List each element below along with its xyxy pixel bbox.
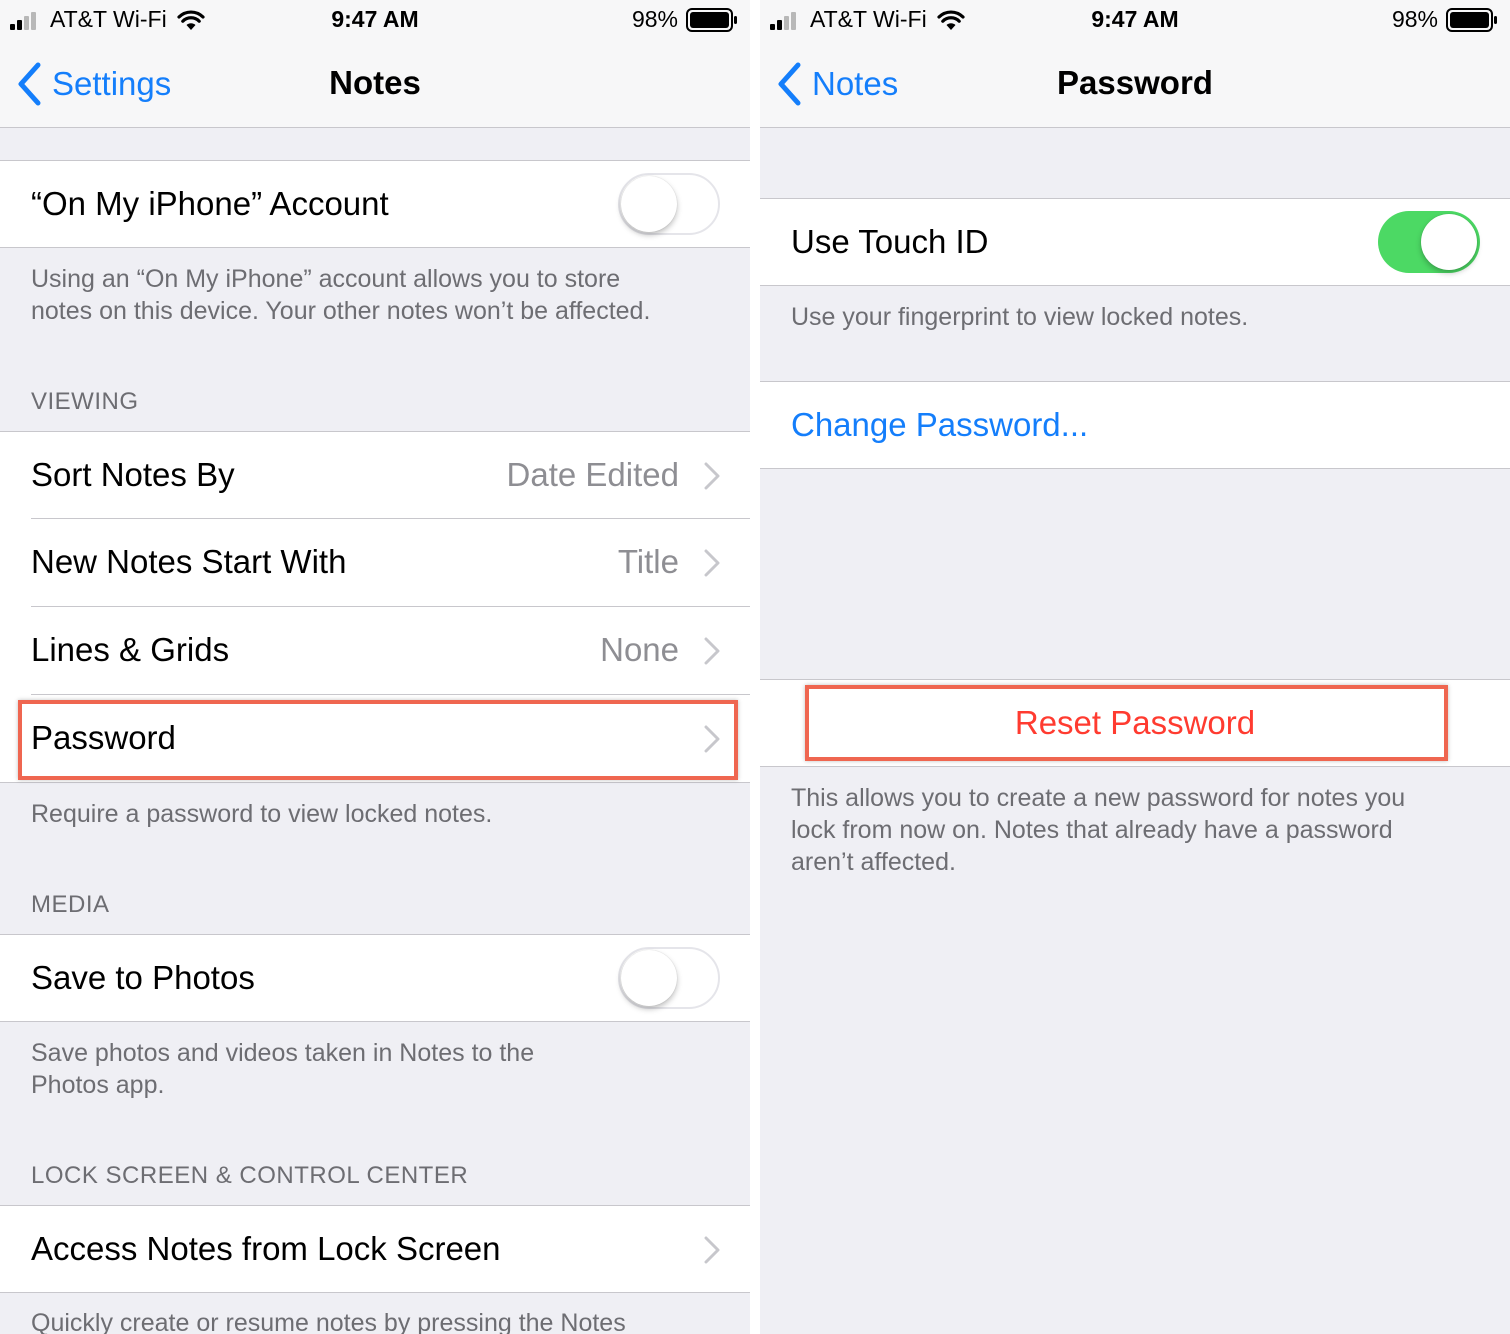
- lock-screen-section-header: LOCK SCREEN & CONTROL CENTER: [31, 1162, 469, 1189]
- page-title: Notes: [329, 64, 421, 101]
- switch-knob: [1421, 214, 1477, 270]
- battery-percent: 98%: [1391, 6, 1438, 32]
- on-my-iphone-account-label: “On My iPhone” Account: [31, 185, 389, 222]
- notes-settings-screen: AT&T Wi-Fi 9:47 AM 98% Settings Notes “O…: [0, 0, 750, 1334]
- chevron-right-icon: [704, 725, 720, 753]
- touch-id-footer: Use your fingerprint to view locked note…: [791, 303, 1249, 331]
- footer-line: aren’t affected.: [791, 848, 956, 876]
- change-password-label: Change Password...: [791, 406, 1089, 443]
- footer-line: Save photos and videos taken in Notes to…: [31, 1039, 535, 1067]
- reset-password-label: Reset Password: [1014, 704, 1256, 741]
- new-notes-start-with-row[interactable]: New Notes Start With Title: [0, 519, 750, 607]
- battery-icon: [1446, 7, 1497, 32]
- access-notes-lock-screen-label: Access Notes from Lock Screen: [31, 1230, 501, 1267]
- on-my-iphone-account-row: “On My iPhone” Account: [0, 160, 750, 248]
- lines-grids-row[interactable]: Lines & Grids None: [0, 607, 750, 695]
- footer-line: Photos app.: [31, 1071, 165, 1099]
- password-settings-screen: AT&T Wi-Fi 9:47 AM 98% Notes Password Us…: [760, 0, 1510, 1334]
- new-notes-start-with-label: New Notes Start With: [31, 543, 347, 580]
- lines-grids-label: Lines & Grids: [31, 631, 230, 668]
- chevron-right-icon: [704, 462, 720, 490]
- chevron-right-icon: [704, 637, 720, 665]
- save-to-photos-switch[interactable]: [618, 947, 720, 1009]
- viewing-section-header: VIEWING: [31, 388, 139, 415]
- lines-grids-value: None: [600, 631, 679, 668]
- password-label: Password: [31, 719, 176, 756]
- chevron-right-icon: [704, 549, 720, 577]
- reset-password-button[interactable]: Reset Password: [760, 679, 1510, 767]
- password-row[interactable]: Password: [0, 695, 750, 783]
- status-battery: 98%: [1392, 6, 1498, 33]
- save-to-photos-footer: Save photos and videos taken in Notes to…: [31, 1037, 731, 1101]
- switch-knob: [621, 950, 677, 1006]
- on-my-iphone-account-footer: Using an “On My iPhone” account allows y…: [31, 263, 731, 327]
- reset-password-footer: This allows you to create a new password…: [791, 782, 1491, 878]
- sort-notes-by-row[interactable]: Sort Notes By Date Edited: [0, 431, 750, 519]
- status-bar: AT&T Wi-Fi 9:47 AM 98%: [0, 0, 750, 40]
- new-notes-start-with-value: Title: [617, 543, 679, 580]
- footer-line: Using an “On My iPhone” account allows y…: [31, 265, 621, 293]
- media-section-header: MEDIA: [31, 891, 110, 918]
- access-notes-lock-screen-row[interactable]: Access Notes from Lock Screen: [0, 1205, 750, 1293]
- change-password-button[interactable]: Change Password...: [760, 381, 1510, 469]
- sort-notes-by-value: Date Edited: [506, 456, 679, 493]
- navigation-bar: Notes Password: [760, 40, 1510, 128]
- save-to-photos-row: Save to Photos: [0, 934, 750, 1022]
- save-to-photos-label: Save to Photos: [31, 959, 255, 996]
- status-battery: 98%: [632, 6, 738, 33]
- navigation-bar: Settings Notes: [0, 40, 750, 128]
- footer-line: notes on this device. Your other notes w…: [31, 297, 651, 325]
- lock-screen-footer: Quickly create or resume notes by pressi…: [31, 1309, 626, 1334]
- status-bar: AT&T Wi-Fi 9:47 AM 98%: [760, 0, 1510, 40]
- switch-knob: [621, 176, 677, 232]
- password-footer: Require a password to view locked notes.: [31, 800, 493, 828]
- use-touch-id-label: Use Touch ID: [791, 223, 989, 260]
- use-touch-id-switch[interactable]: [1378, 211, 1480, 273]
- sort-notes-by-label: Sort Notes By: [31, 456, 235, 493]
- battery-percent: 98%: [631, 6, 678, 32]
- on-my-iphone-account-switch[interactable]: [618, 173, 720, 235]
- chevron-right-icon: [704, 1236, 720, 1264]
- page-title: Password: [1057, 64, 1213, 101]
- battery-icon: [686, 7, 737, 32]
- use-touch-id-row: Use Touch ID: [760, 198, 1510, 286]
- footer-line: lock from now on. Notes that already hav…: [791, 816, 1393, 844]
- footer-line: This allows you to create a new password…: [791, 784, 1406, 812]
